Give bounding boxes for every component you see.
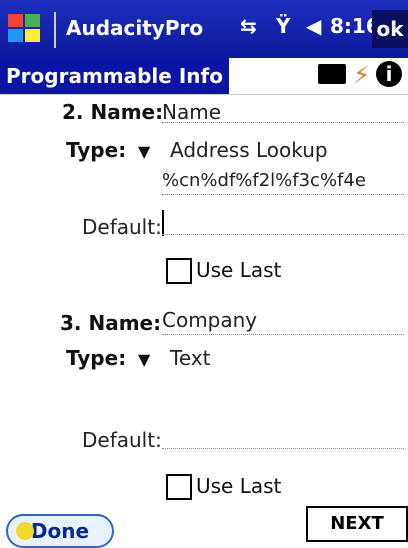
default-underline[interactable]: [162, 234, 404, 236]
bolt-icon[interactable]: ⚡: [353, 62, 370, 88]
windows-logo-icon[interactable]: [8, 14, 42, 44]
field-name-label: 3. Name:: [60, 311, 162, 335]
app-title: AudacityPro: [66, 16, 204, 40]
use-last-label: Use Last: [196, 258, 282, 282]
triangle-down-icon[interactable]: ▼: [138, 350, 150, 369]
keyboard-icon[interactable]: [318, 64, 346, 84]
done-label: Done: [30, 519, 90, 543]
field-type-label: Type:: [66, 346, 127, 370]
triangle-down-icon[interactable]: ▼: [138, 142, 150, 161]
type-underline: [162, 194, 404, 196]
connectivity-icon[interactable]: ⇆: [240, 14, 257, 38]
field-default-label: Default:: [82, 215, 162, 239]
done-button[interactable]: Done: [6, 514, 114, 548]
field-type-detail: %cn%df%f2l%f3c%f4e: [162, 170, 366, 191]
page-header: Programmable Info ⚡ i: [0, 58, 408, 95]
next-button[interactable]: NEXT: [306, 506, 408, 542]
field-type-label: Type:: [66, 138, 127, 162]
field-name-value[interactable]: Name: [162, 100, 221, 124]
info-icon[interactable]: i: [376, 61, 402, 87]
field-name-value[interactable]: Company: [162, 308, 257, 332]
use-last-checkbox[interactable]: [166, 258, 192, 284]
title-bar: AudacityPro ⇆ Ÿ ◀ 8:16 ok: [0, 0, 408, 58]
name-underline: [162, 334, 404, 336]
field-default-label: Default:: [82, 428, 162, 452]
field-name-label: 2. Name:: [62, 100, 164, 124]
signal-icon[interactable]: Ÿ: [276, 14, 290, 38]
default-underline[interactable]: [162, 448, 404, 450]
page-title: Programmable Info: [0, 58, 229, 94]
field-type-value[interactable]: Address Lookup: [170, 138, 328, 162]
check-icon: [16, 522, 34, 540]
field-type-value[interactable]: Text: [170, 346, 210, 370]
use-last-label: Use Last: [196, 474, 282, 498]
volume-icon[interactable]: ◀: [306, 14, 321, 38]
text-cursor: [162, 210, 164, 236]
ok-button[interactable]: ok: [372, 10, 408, 48]
title-separator: [54, 12, 56, 48]
use-last-checkbox[interactable]: [166, 474, 192, 500]
name-underline: [162, 122, 404, 124]
